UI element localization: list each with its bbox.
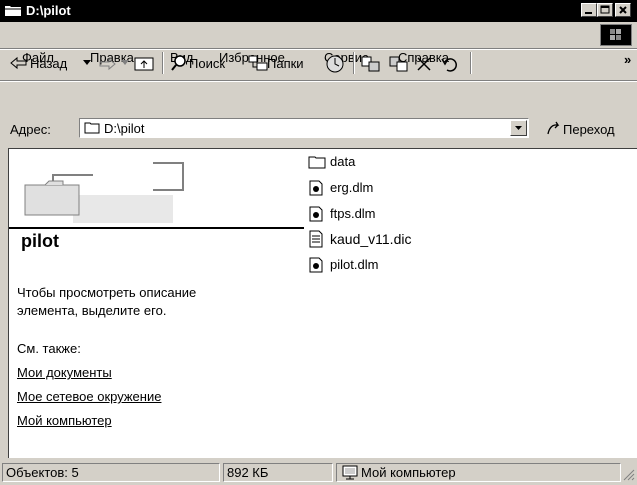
file-name: erg.dlm (330, 180, 374, 195)
see-also-label: См. также: (17, 341, 81, 356)
title-bar[interactable]: D:\pilot (0, 0, 637, 22)
resize-grip-icon[interactable] (622, 468, 635, 481)
file-name: ftps.dlm (330, 206, 376, 221)
status-location: Мой компьютер (336, 463, 621, 482)
minimize-icon (585, 12, 592, 14)
dll-file-icon (309, 180, 323, 196)
address-dropdown-button[interactable] (510, 120, 527, 136)
folder-icon (308, 156, 326, 169)
dropdown-arrow-icon[interactable] (121, 60, 129, 66)
file-name: kaud_v11.dic (330, 231, 412, 247)
copy-to-icon[interactable] (388, 55, 410, 73)
maximize-button[interactable] (597, 3, 613, 17)
text-file-icon (309, 230, 323, 248)
address-value: D:\pilot (104, 121, 145, 136)
status-size: 892 КБ (223, 463, 333, 482)
content-pane[interactable]: pilot Чтобы просмотреть описание элемент… (8, 148, 637, 458)
toolbar (4, 52, 624, 76)
dropdown-arrow-icon[interactable] (83, 60, 91, 66)
menu-bar: Файл Правка Вид Избранное Сервис Справка (0, 22, 637, 65)
address-label: Адрес: (10, 122, 51, 137)
folder-banner-icon (24, 162, 184, 223)
computer-icon (342, 465, 358, 480)
toolbar-separator (470, 52, 472, 74)
file-name: pilot.dlm (330, 257, 379, 272)
folder-icon (5, 6, 21, 16)
minimize-button[interactable] (581, 3, 597, 17)
chevron-down-icon (515, 126, 522, 130)
folders-button[interactable]: Папки (267, 56, 304, 71)
folder-icon (84, 122, 100, 134)
forward-arrow-icon[interactable] (98, 57, 116, 71)
info-hint-line-2: элемента, выделите его. (17, 303, 167, 318)
delete-icon[interactable] (416, 56, 432, 72)
folder-heading: pilot (21, 231, 59, 251)
dll-file-icon (309, 206, 323, 222)
search-icon (171, 55, 186, 71)
up-folder-icon[interactable] (133, 54, 155, 72)
folders-icon (248, 55, 268, 71)
close-button[interactable] (615, 3, 631, 17)
close-icon (619, 6, 627, 14)
maximize-icon (600, 5, 610, 14)
search-button[interactable]: Поиск (189, 56, 225, 71)
toolbar-separator (162, 52, 164, 74)
back-arrow-icon (10, 56, 27, 70)
toolbar-separator-line (0, 80, 637, 82)
toolbar-overflow-button[interactable]: » (624, 52, 631, 67)
undo-icon[interactable] (440, 56, 460, 72)
go-arrow-icon[interactable] (546, 120, 562, 136)
banner-underline (9, 227, 304, 229)
address-field[interactable]: D:\pilot (79, 118, 529, 138)
move-to-icon[interactable] (360, 55, 382, 73)
windows-logo-icon (600, 24, 632, 46)
go-button[interactable]: Переход (563, 122, 615, 137)
file-name: data (330, 154, 356, 169)
dll-file-icon (309, 257, 323, 273)
link-network-places[interactable]: Мое сетевое окружение (17, 389, 161, 404)
status-objects: Объектов: 5 (2, 463, 220, 482)
menu-separator (0, 48, 637, 50)
toolbar-separator (353, 52, 355, 74)
back-button[interactable]: Назад (30, 56, 67, 71)
link-my-documents[interactable]: Мои документы (17, 365, 112, 380)
info-hint-line-1: Чтобы просмотреть описание (17, 285, 197, 300)
window-title: D:\pilot (26, 3, 71, 18)
link-my-computer[interactable]: Мой компьютер (17, 413, 112, 428)
status-location-label: Мой компьютер (361, 465, 456, 480)
history-icon[interactable] (325, 54, 345, 74)
